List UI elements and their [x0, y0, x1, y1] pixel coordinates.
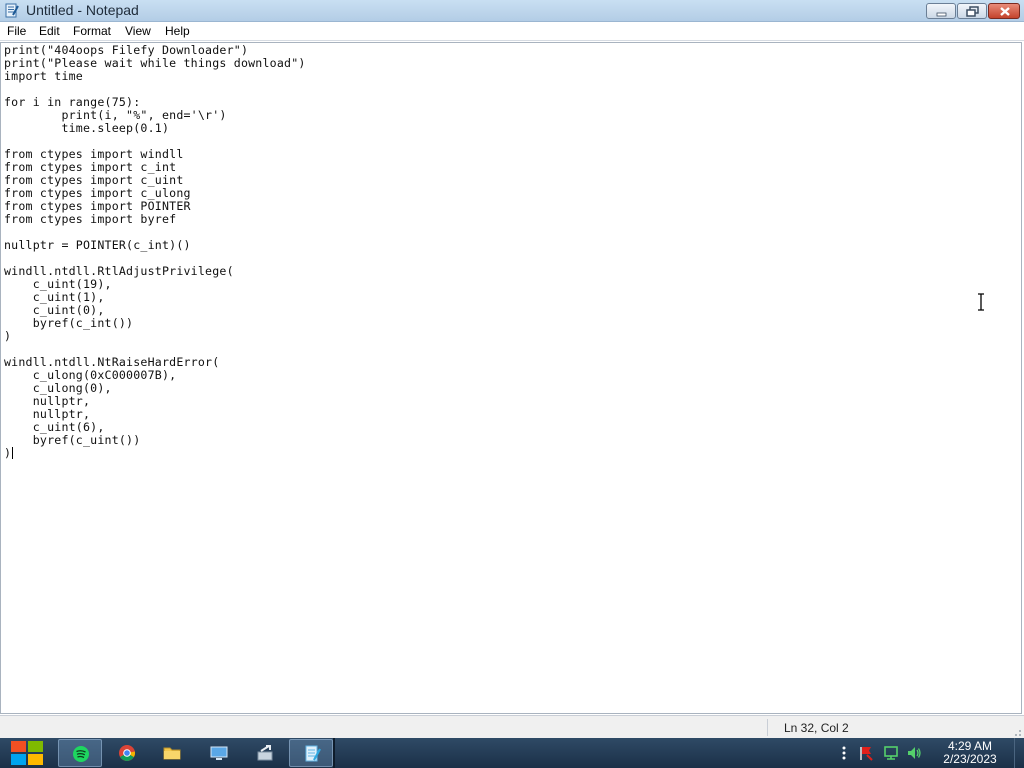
close-icon	[1000, 7, 1010, 16]
minimize-icon	[936, 12, 947, 17]
text-caret	[12, 447, 14, 459]
window-title: Untitled - Notepad	[26, 2, 139, 18]
volume-icon[interactable]	[906, 745, 922, 761]
tools-icon	[257, 745, 273, 761]
taskbar: 4:29 AM 2/23/2023	[0, 738, 1024, 768]
file-explorer-icon	[163, 747, 181, 760]
menu-help[interactable]: Help	[165, 24, 190, 38]
spotify-icon	[73, 746, 89, 762]
action-center-flag-icon[interactable]	[858, 745, 874, 761]
editor-text: print("404oops Filefy Downloader") print…	[4, 44, 306, 460]
taskbar-app-chrome[interactable]	[105, 739, 149, 767]
resize-grip-icon[interactable]	[1010, 725, 1022, 737]
show-desktop-button[interactable]	[1014, 738, 1024, 768]
start-button[interactable]	[8, 739, 46, 767]
text-editor[interactable]: print("404oops Filefy Downloader") print…	[0, 42, 1022, 714]
overflow-icon[interactable]	[836, 745, 852, 761]
taskbar-app-monitor[interactable]	[197, 739, 241, 767]
taskbar-app-tools[interactable]	[243, 739, 287, 767]
clock-time[interactable]: 4:29 AM	[934, 739, 1006, 753]
cursor-position: Ln 32, Col 2	[784, 721, 849, 735]
editor-content: print("404oops Filefy Downloader") print…	[4, 43, 306, 460]
status-divider	[767, 719, 768, 736]
chrome-icon	[119, 745, 136, 761]
menu-format[interactable]: Format	[73, 24, 111, 38]
taskbar-app-file-explorer[interactable]	[150, 739, 194, 767]
menu-bar: File Edit Format View Help	[0, 22, 1024, 41]
desktop-screen: Untitled - Notepad File Edit Format View…	[0, 0, 1024, 768]
clock-date[interactable]: 2/23/2023	[934, 752, 1006, 766]
notepad-icon	[305, 745, 321, 762]
menu-view[interactable]: View	[125, 24, 151, 38]
taskbar-app-spotify[interactable]	[58, 739, 102, 767]
maximize-button[interactable]	[957, 3, 987, 19]
menu-file[interactable]: File	[7, 24, 26, 38]
restore-icon	[966, 6, 979, 17]
menu-edit[interactable]: Edit	[39, 24, 60, 38]
close-button[interactable]	[988, 3, 1020, 19]
windows-logo-icon	[11, 741, 43, 765]
ibeam-cursor-icon	[978, 293, 984, 311]
minimize-button[interactable]	[926, 3, 956, 19]
notepad-icon	[4, 3, 19, 18]
network-icon[interactable]	[883, 745, 899, 761]
taskbar-divider	[333, 738, 335, 768]
taskbar-app-notepad[interactable]	[289, 739, 333, 767]
title-bar[interactable]: Untitled - Notepad	[0, 0, 1024, 22]
status-bar: Ln 32, Col 2	[0, 715, 1024, 738]
monitor-icon	[210, 746, 228, 760]
